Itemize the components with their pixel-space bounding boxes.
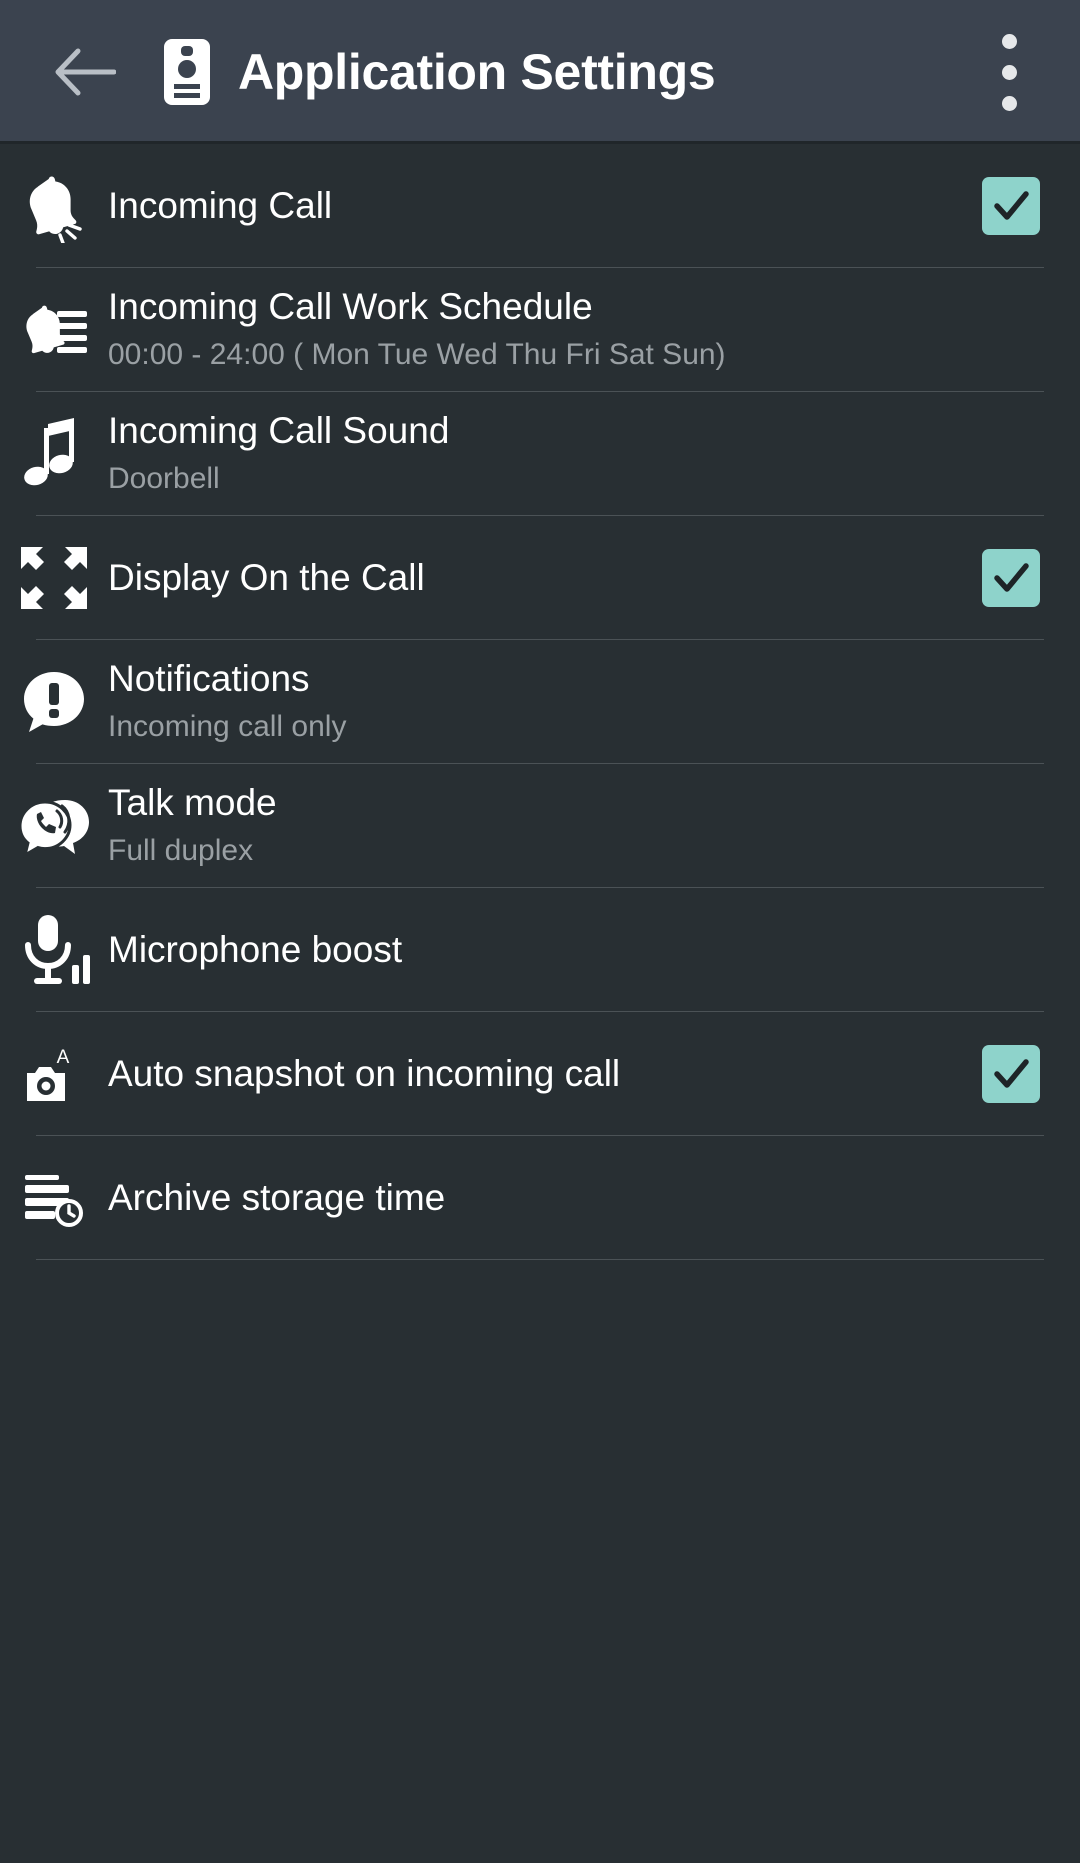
setting-title: Incoming Call (108, 185, 333, 227)
setting-row-display-on-the-call[interactable]: Display On the Call (0, 516, 1080, 640)
setting-text-incoming-call-work-schedule: Incoming Call Work Schedule 00:00 - 24:0… (108, 286, 982, 373)
setting-title: Archive storage time (108, 1177, 446, 1219)
setting-row-incoming-call[interactable]: Incoming Call (0, 144, 1080, 268)
check-icon (994, 191, 1029, 220)
fullscreen-expand-icon (0, 543, 108, 613)
overflow-dot-3 (1001, 95, 1017, 111)
archive-clock-icon (0, 1169, 108, 1227)
setting-subtitle: 00:00 - 24:00 ( Mon Tue Wed Thu Fri Sat … (108, 337, 726, 371)
setting-title: Talk mode (108, 782, 277, 824)
arrow-left-icon (55, 48, 116, 96)
app-bar: Application Settings (0, 0, 1080, 144)
setting-subtitle: Incoming call only (108, 709, 347, 743)
setting-text-microphone-boost: Microphone boost (108, 929, 982, 970)
microphone-boost-icon (0, 911, 108, 989)
alert-bubble-icon (0, 668, 108, 736)
control-placeholder (982, 797, 1040, 855)
bell-schedule-icon (0, 293, 108, 367)
setting-title: Notifications (108, 658, 310, 700)
setting-subtitle: Doorbell (108, 461, 220, 495)
overflow-menu-button[interactable] (972, 20, 1046, 124)
settings-list: Incoming Call Incoming Call Work Schedul… (0, 144, 1080, 1260)
setting-row-notifications[interactable]: Notifications Incoming call only (0, 640, 1080, 764)
checkbox-display-on-the-call[interactable] (982, 549, 1040, 607)
overflow-dot-1 (1001, 33, 1017, 49)
setting-text-notifications: Notifications Incoming call only (108, 658, 982, 745)
setting-title: Incoming Call Sound (108, 410, 450, 452)
svg-text:A: A (57, 1047, 70, 1068)
bell-ringing-icon (0, 169, 108, 243)
setting-title: Incoming Call Work Schedule (108, 286, 593, 328)
setting-text-display-on-the-call: Display On the Call (108, 557, 982, 598)
setting-row-talk-mode[interactable]: Talk mode Full duplex (0, 764, 1080, 888)
setting-text-archive-storage-time: Archive storage time (108, 1177, 982, 1218)
setting-text-auto-snapshot-on-incoming-call: Auto snapshot on incoming call (108, 1053, 982, 1094)
music-note-icon (0, 418, 108, 490)
setting-row-incoming-call-work-schedule[interactable]: Incoming Call Work Schedule 00:00 - 24:0… (0, 268, 1080, 392)
camera-auto-icon: A (0, 1043, 108, 1105)
setting-text-incoming-call: Incoming Call (108, 185, 982, 226)
back-button[interactable] (44, 31, 126, 113)
setting-row-incoming-call-sound[interactable]: Incoming Call Sound Doorbell (0, 392, 1080, 516)
setting-text-talk-mode: Talk mode Full duplex (108, 782, 982, 869)
setting-title: Microphone boost (108, 929, 403, 971)
checkbox-incoming-call[interactable] (982, 177, 1040, 235)
check-icon (994, 563, 1029, 592)
checkbox-auto-snapshot-on-incoming-call[interactable] (982, 1045, 1040, 1103)
control-placeholder (982, 673, 1040, 731)
intercom-badge-icon (158, 39, 216, 105)
setting-row-auto-snapshot-on-incoming-call[interactable]: A Auto snapshot on incoming call (0, 1012, 1080, 1136)
control-placeholder (982, 1169, 1040, 1227)
control-placeholder (982, 425, 1040, 483)
setting-row-archive-storage-time[interactable]: Archive storage time (0, 1136, 1080, 1260)
setting-title: Display On the Call (108, 557, 425, 599)
setting-title: Auto snapshot on incoming call (108, 1053, 621, 1095)
setting-subtitle: Full duplex (108, 833, 254, 867)
page-title: Application Settings (238, 44, 716, 100)
check-icon (994, 1059, 1029, 1088)
setting-text-incoming-call-sound: Incoming Call Sound Doorbell (108, 410, 982, 497)
control-placeholder (982, 301, 1040, 359)
setting-row-microphone-boost[interactable]: Microphone boost (0, 888, 1080, 1012)
control-placeholder (982, 921, 1040, 979)
overflow-dot-2 (1001, 64, 1017, 80)
talk-bubble-phone-icon (0, 792, 108, 860)
